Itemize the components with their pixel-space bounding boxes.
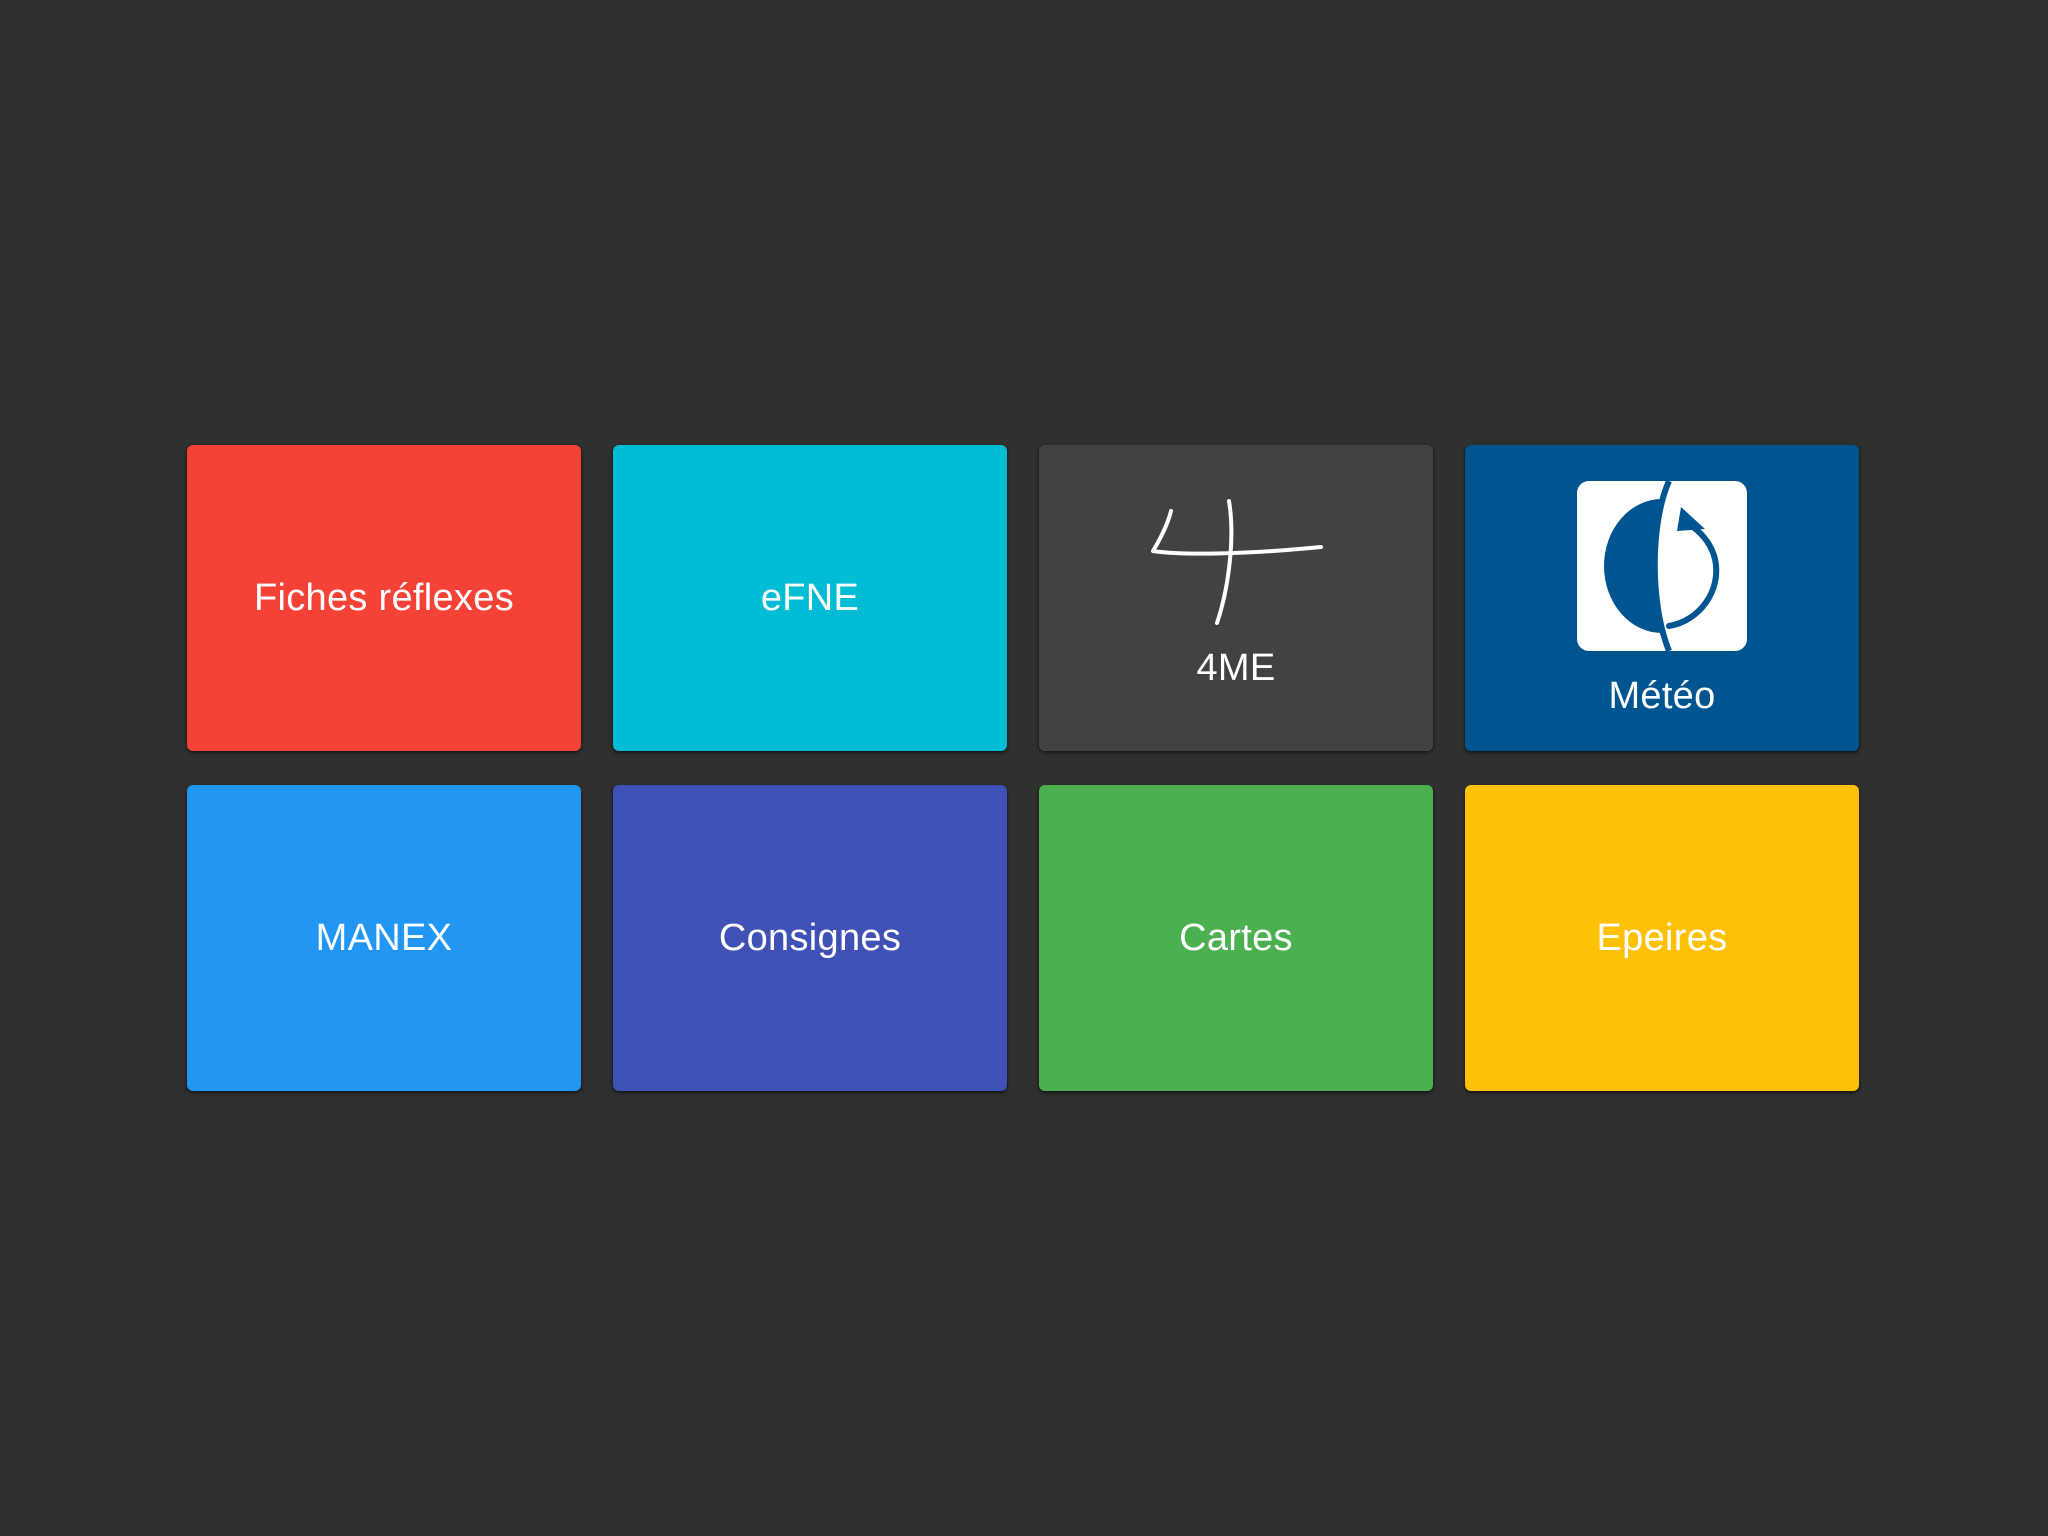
tile-efne[interactable]: eFNE	[613, 445, 1007, 751]
tile-cartes[interactable]: Cartes	[1039, 785, 1433, 1091]
tile-epeires[interactable]: Epeires	[1465, 785, 1859, 1091]
tile-label: MANEX	[315, 916, 453, 959]
tile-label: Météo	[1608, 675, 1716, 717]
tile-4me[interactable]: 4ME	[1039, 445, 1433, 751]
meteo-logo-icon	[1577, 481, 1747, 651]
tile-manex[interactable]: MANEX	[187, 785, 581, 1091]
tile-label: 4ME	[1196, 647, 1276, 689]
4me-logo-icon	[1151, 499, 1323, 625]
app-launcher-grid: Fiches réflexes eFNE 4ME Météo MANEX Con…	[187, 445, 1861, 1091]
tile-label: Cartes	[1179, 916, 1293, 959]
tile-label: Consignes	[718, 916, 902, 959]
tile-consignes[interactable]: Consignes	[613, 785, 1007, 1091]
tile-label: Epeires	[1596, 916, 1728, 959]
tile-fiches-reflexes[interactable]: Fiches réflexes	[187, 445, 581, 751]
tile-meteo[interactable]: Météo	[1465, 445, 1859, 751]
tile-label: Fiches réflexes	[253, 576, 515, 619]
tile-label: eFNE	[760, 576, 860, 619]
